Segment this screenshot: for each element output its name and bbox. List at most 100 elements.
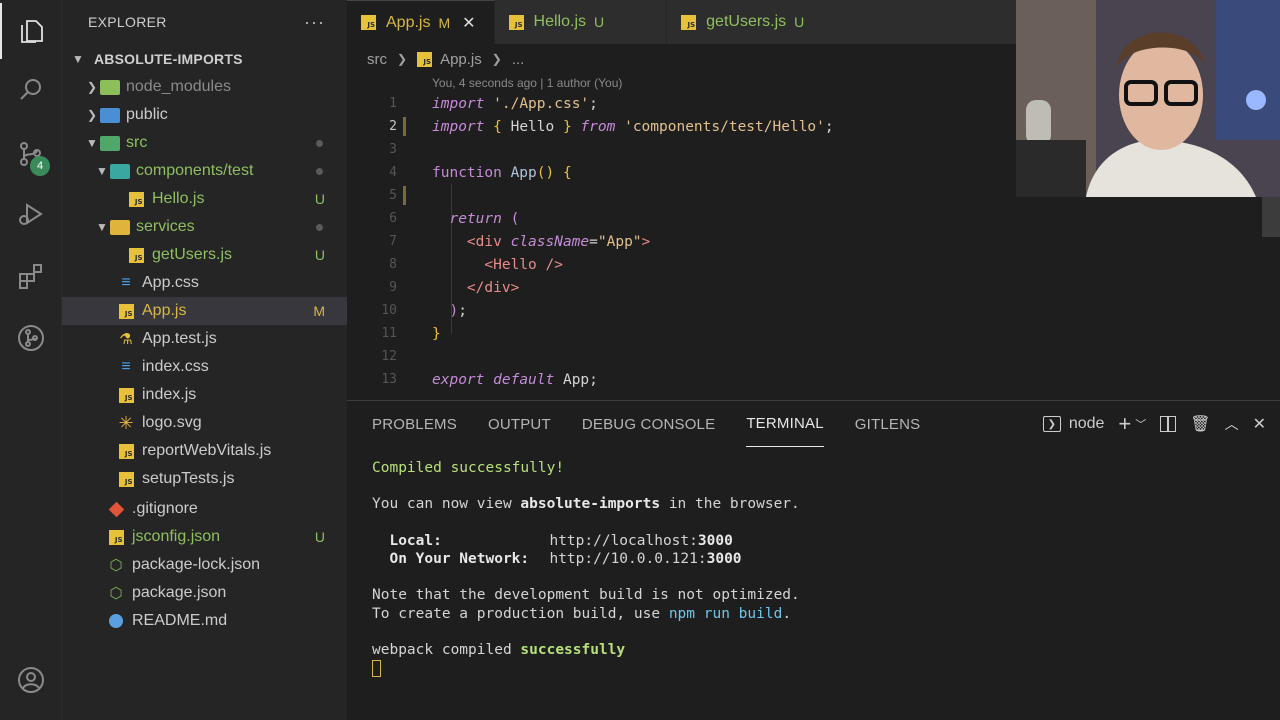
tree-item-node-modules[interactable]: ❯ node_modules: [62, 73, 347, 101]
gitlens-icon[interactable]: [0, 310, 62, 366]
tree-item-setuptests-js[interactable]: JS setupTests.js: [62, 465, 347, 493]
tree-item-public[interactable]: ❯ public: [62, 101, 347, 129]
terminal-line: You can now view absolute-imports in the…: [372, 496, 800, 513]
run-debug-icon[interactable]: [0, 186, 62, 242]
folder-public-icon: [100, 106, 120, 124]
close-icon[interactable]: ✕: [1253, 414, 1266, 434]
tree-item-package-json[interactable]: ⬡ package.json: [62, 579, 347, 607]
tree-item-jsconfig-json[interactable]: JS jsconfig.json U: [62, 523, 347, 551]
tree-item-readme-md[interactable]: README.md: [62, 607, 347, 635]
chevron-down-icon[interactable]: ﹀: [1135, 416, 1146, 432]
tab-problems[interactable]: PROBLEMS: [372, 401, 457, 447]
git-blame-annotation[interactable]: You, 4 seconds ago | 1 author (You): [432, 76, 622, 90]
code-line: 13 export default App;: [347, 368, 1017, 391]
breadcrumb-file[interactable]: App.js: [440, 51, 482, 68]
tree-item-label: App.css: [142, 274, 199, 291]
untracked-status: U: [314, 191, 325, 207]
tree-item-label: App.js: [142, 302, 187, 319]
tab-label: getUsers.js: [706, 13, 787, 30]
tree-item-reportwebvitals-js[interactable]: JS reportWebVitals.js: [62, 437, 347, 465]
tree-item-getusers-js[interactable]: JS getUsers.js U: [62, 241, 347, 269]
tree-item-label: index.css: [142, 358, 209, 375]
chevron-up-icon[interactable]: ︿: [1225, 414, 1239, 434]
chevron-right-icon: ❯: [397, 52, 408, 66]
line-number: 7: [389, 234, 397, 249]
tree-item-app-css[interactable]: ≡ App.css: [62, 269, 347, 297]
tree-item-src[interactable]: ▼ src: [62, 129, 347, 157]
tree-item-label: getUsers.js: [152, 246, 233, 263]
tab-status: U: [594, 14, 605, 30]
chevron-right-icon: ❯: [86, 108, 98, 122]
line-number: 12: [381, 349, 397, 364]
line-number: 9: [389, 280, 397, 295]
code-line: 11}: [347, 322, 1017, 345]
js-file-icon: JS: [116, 470, 136, 488]
code-editor[interactable]: 1 import './App.css'; 2 import { Hello } f…: [347, 92, 1017, 391]
more-actions-icon[interactable]: ···: [304, 12, 325, 33]
tab-getusers-js[interactable]: JS getUsers.js U: [667, 0, 1018, 44]
modified-status: M: [313, 303, 325, 319]
untracked-status: U: [314, 247, 325, 263]
terminal-selector[interactable]: ❯ node: [1042, 415, 1104, 433]
presenter-video: [1016, 0, 1280, 197]
project-root[interactable]: ▼ ABSOLUTE-IMPORTS: [62, 44, 347, 74]
svg-file-icon: ✳: [118, 412, 134, 433]
tree-item-gitignore[interactable]: .gitignore: [62, 495, 347, 523]
explorer-header: EXPLORER ···: [62, 0, 347, 44]
close-icon[interactable]: ✕: [462, 13, 475, 33]
tree-item-package-lock-json[interactable]: ⬡ package-lock.json: [62, 551, 347, 579]
code-line: 12: [347, 345, 1017, 368]
split-terminal-icon[interactable]: [1160, 416, 1177, 432]
tree-item-label: jsconfig.json: [132, 528, 221, 545]
chevron-down-icon: ▼: [86, 136, 98, 150]
tab-status: U: [794, 14, 805, 30]
tab-gitlens[interactable]: GITLENS: [855, 401, 921, 447]
tree-item-index-js[interactable]: JS index.js: [62, 381, 347, 409]
trash-icon[interactable]: 🗑: [1190, 414, 1210, 434]
account-icon[interactable]: [0, 652, 62, 708]
tree-item-index-css[interactable]: ≡ index.css: [62, 353, 347, 381]
tree-item-label: index.js: [142, 386, 197, 403]
chevron-right-icon: ❯: [491, 52, 502, 66]
tab-hello-js[interactable]: JS Hello.js U: [494, 0, 668, 44]
line-number: 3: [389, 142, 397, 157]
code-line: 6 return (: [347, 207, 1017, 230]
panel-tabs: PROBLEMS OUTPUT DEBUG CONSOLE TERMINAL G…: [347, 401, 1280, 447]
tree-item-app-test-js[interactable]: ⚗ App.test.js: [62, 325, 347, 353]
tree-item-label: logo.svg: [142, 414, 202, 431]
tab-app-js[interactable]: JS App.js M ✕: [347, 0, 495, 44]
source-control-icon[interactable]: 4: [0, 126, 62, 182]
terminal-line: Note that the development build is not o…: [372, 587, 800, 604]
tree-item-label: reportWebVitals.js: [142, 442, 272, 459]
chevron-down-icon: ▼: [71, 52, 85, 66]
tree-item-app-js[interactable]: JS App.js M: [62, 297, 347, 325]
tab-terminal[interactable]: TERMINAL: [746, 401, 824, 447]
explorer-icon[interactable]: [0, 3, 62, 59]
editor-scrollbar[interactable]: [1262, 197, 1280, 237]
tab-status: M: [438, 14, 451, 31]
terminal-output[interactable]: Compiled successfully! You can now view …: [372, 459, 800, 677]
tab-debug-console[interactable]: DEBUG CONSOLE: [582, 401, 715, 447]
tree-item-hello-js[interactable]: JS Hello.js U: [62, 185, 347, 213]
breadcrumb-folder[interactable]: src: [367, 51, 387, 68]
css-file-icon: ≡: [121, 358, 131, 375]
plus-icon[interactable]: +: [1118, 411, 1131, 437]
modified-dot: [316, 167, 323, 175]
js-file-icon: JS: [116, 386, 136, 404]
tab-output[interactable]: OUTPUT: [488, 401, 551, 447]
terminal-line: On Your Network: http://10.0.0.121:3000: [389, 550, 742, 567]
tree-item-services[interactable]: ▼ services: [62, 213, 347, 241]
tree-item-logo-svg[interactable]: ✳ logo.svg: [62, 409, 347, 437]
chevron-down-icon: ▼: [96, 220, 108, 234]
git-change-marker: [403, 186, 406, 205]
search-icon[interactable]: [0, 62, 62, 118]
js-file-icon: JS: [126, 246, 146, 264]
extensions-icon[interactable]: [0, 248, 62, 304]
code-line: 7 <div className="App">: [347, 230, 1017, 253]
tree-item-label: package-lock.json: [132, 556, 261, 573]
tree-item-label: components/test: [136, 162, 254, 179]
breadcrumb-symbol[interactable]: ...: [512, 51, 525, 68]
tree-item-components-test[interactable]: ▼ components/test: [62, 157, 347, 185]
line-number: 1: [389, 96, 397, 111]
test-file-icon: ⚗: [119, 331, 133, 348]
